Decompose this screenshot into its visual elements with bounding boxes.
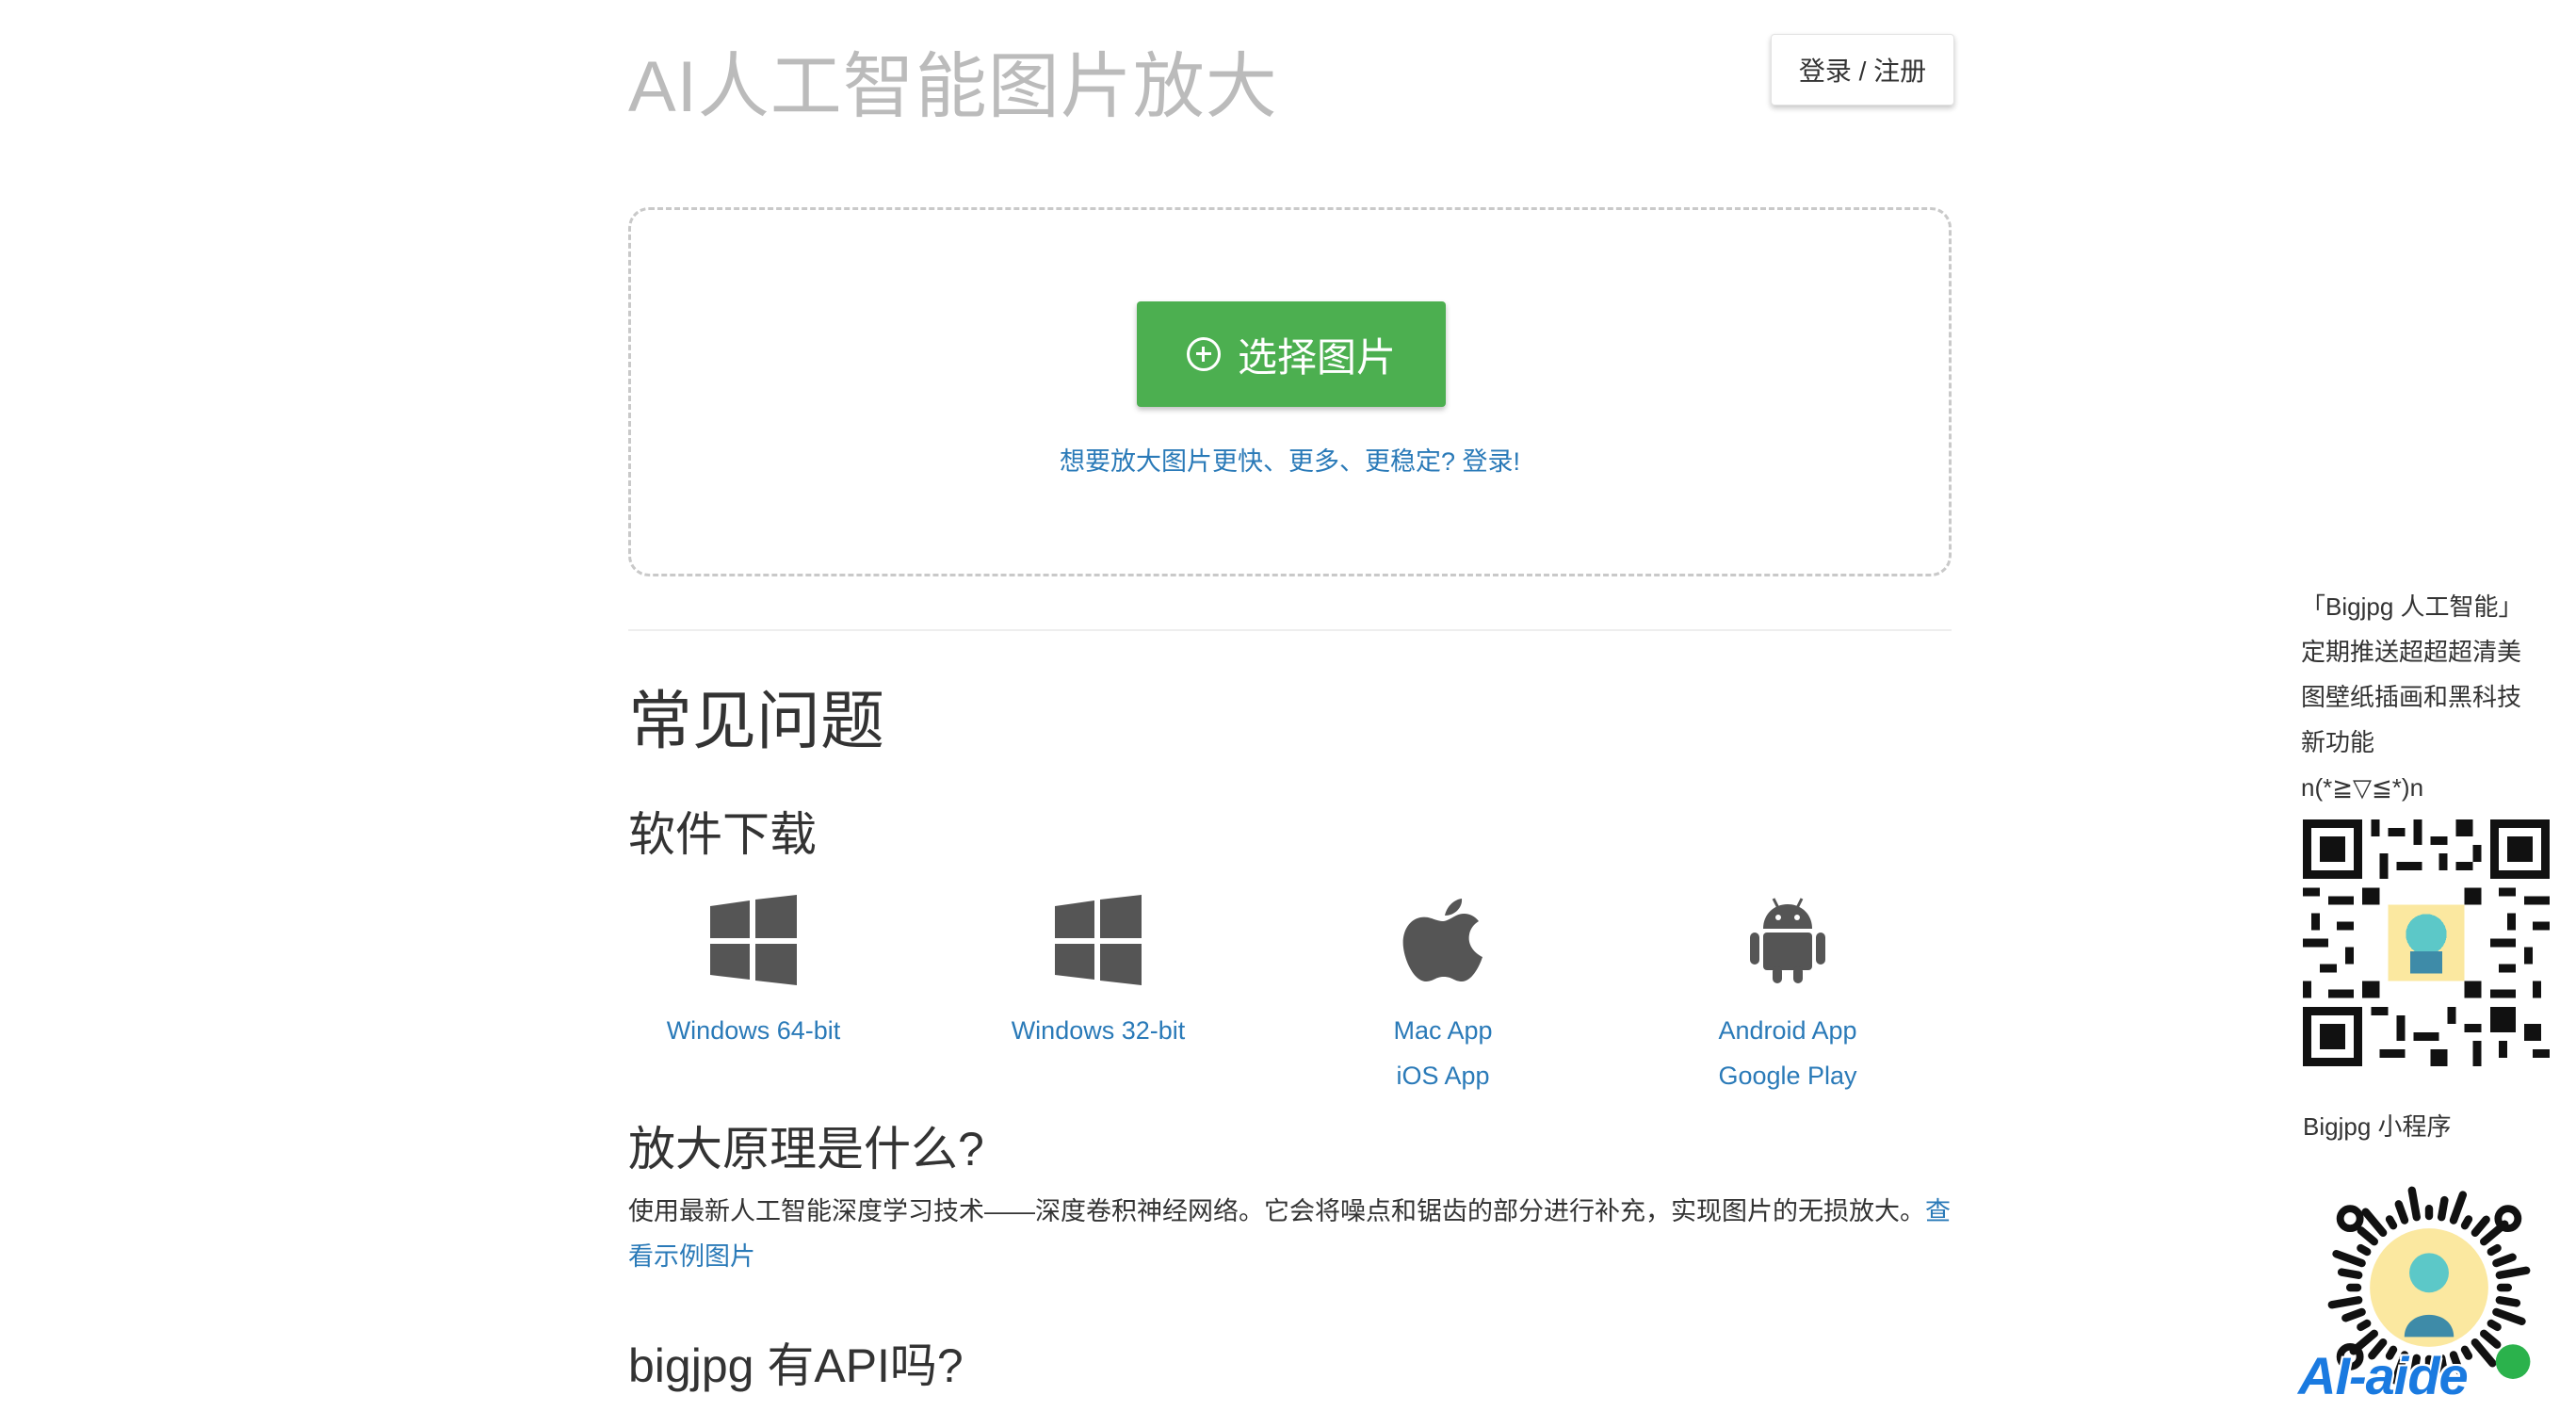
download-windows-32: Windows 32-bit: [957, 895, 1239, 1045]
select-image-label: 选择图片: [1237, 334, 1396, 380]
windows-icon: [710, 895, 797, 985]
ai-aide-watermark: AI-aide: [2298, 1346, 2469, 1405]
windows-32-link[interactable]: Windows 32-bit: [957, 1008, 1239, 1053]
download-windows-64: Windows 64-bit: [612, 895, 895, 1045]
promo-text: 「Bigjpg 人工智能」 定期推送超超超清美 图壁纸插画和黑科技 新功能 n(…: [2301, 584, 2565, 810]
mini-program-label: Bigjpg 小程序: [2303, 1112, 2452, 1141]
login-register-button[interactable]: 登录 / 注册: [1771, 34, 1954, 105]
faq-answer-principle: 使用最新人工智能深度学习技术——深度卷积神经网络。它会将噪点和锯齿的部分进行补充…: [628, 1189, 1952, 1279]
promo-line: 「Bigjpg 人工智能」: [2301, 592, 2523, 621]
faq-question-api: bigjpg 有API吗?: [628, 1339, 964, 1392]
download-android: Android App Google Play: [1646, 895, 1929, 1090]
login-hint-link[interactable]: 想要放大图片更快、更多、更稳定? 登录!: [631, 441, 1949, 478]
upload-dropzone[interactable]: 选择图片 想要放大图片更快、更多、更稳定? 登录!: [628, 207, 1952, 576]
mac-app-link[interactable]: Mac App: [1302, 1008, 1584, 1053]
faq-title: 常见问题: [628, 686, 885, 757]
apple-icon: [1402, 899, 1482, 981]
add-circle-icon: [1186, 337, 1221, 371]
promo-line: 图壁纸插画和黑科技: [2301, 683, 2522, 711]
google-play-link[interactable]: Google Play: [1646, 1053, 1929, 1098]
android-icon: [1750, 898, 1825, 983]
promo-sidebar: 「Bigjpg 人工智能」 定期推送超超超清美 图壁纸插画和黑科技 新功能 n(…: [2301, 584, 2565, 810]
select-image-button[interactable]: 选择图片: [1137, 301, 1446, 407]
download-apple: Mac App iOS App: [1302, 895, 1584, 1090]
android-app-link[interactable]: Android App: [1646, 1008, 1929, 1053]
faq-question-principle: 放大原理是什么?: [628, 1123, 984, 1176]
download-title: 软件下载: [628, 808, 817, 861]
wechat-qr-code: [2303, 819, 2550, 1066]
ios-app-link[interactable]: iOS App: [1302, 1053, 1584, 1098]
site-title: AI人工智能图片放大: [628, 47, 1278, 127]
promo-line: 新功能: [2301, 728, 2375, 756]
promo-line: 定期推送超超超清美: [2301, 638, 2522, 666]
faq-answer-text: 使用最新人工智能深度学习技术——深度卷积神经网络。它会将噪点和锯齿的部分进行补充…: [628, 1197, 1925, 1225]
promo-line: n(*≧▽≦*)n: [2301, 773, 2424, 802]
windows-icon: [1055, 895, 1142, 985]
windows-64-link[interactable]: Windows 64-bit: [612, 1008, 895, 1053]
divider: [628, 629, 1952, 631]
